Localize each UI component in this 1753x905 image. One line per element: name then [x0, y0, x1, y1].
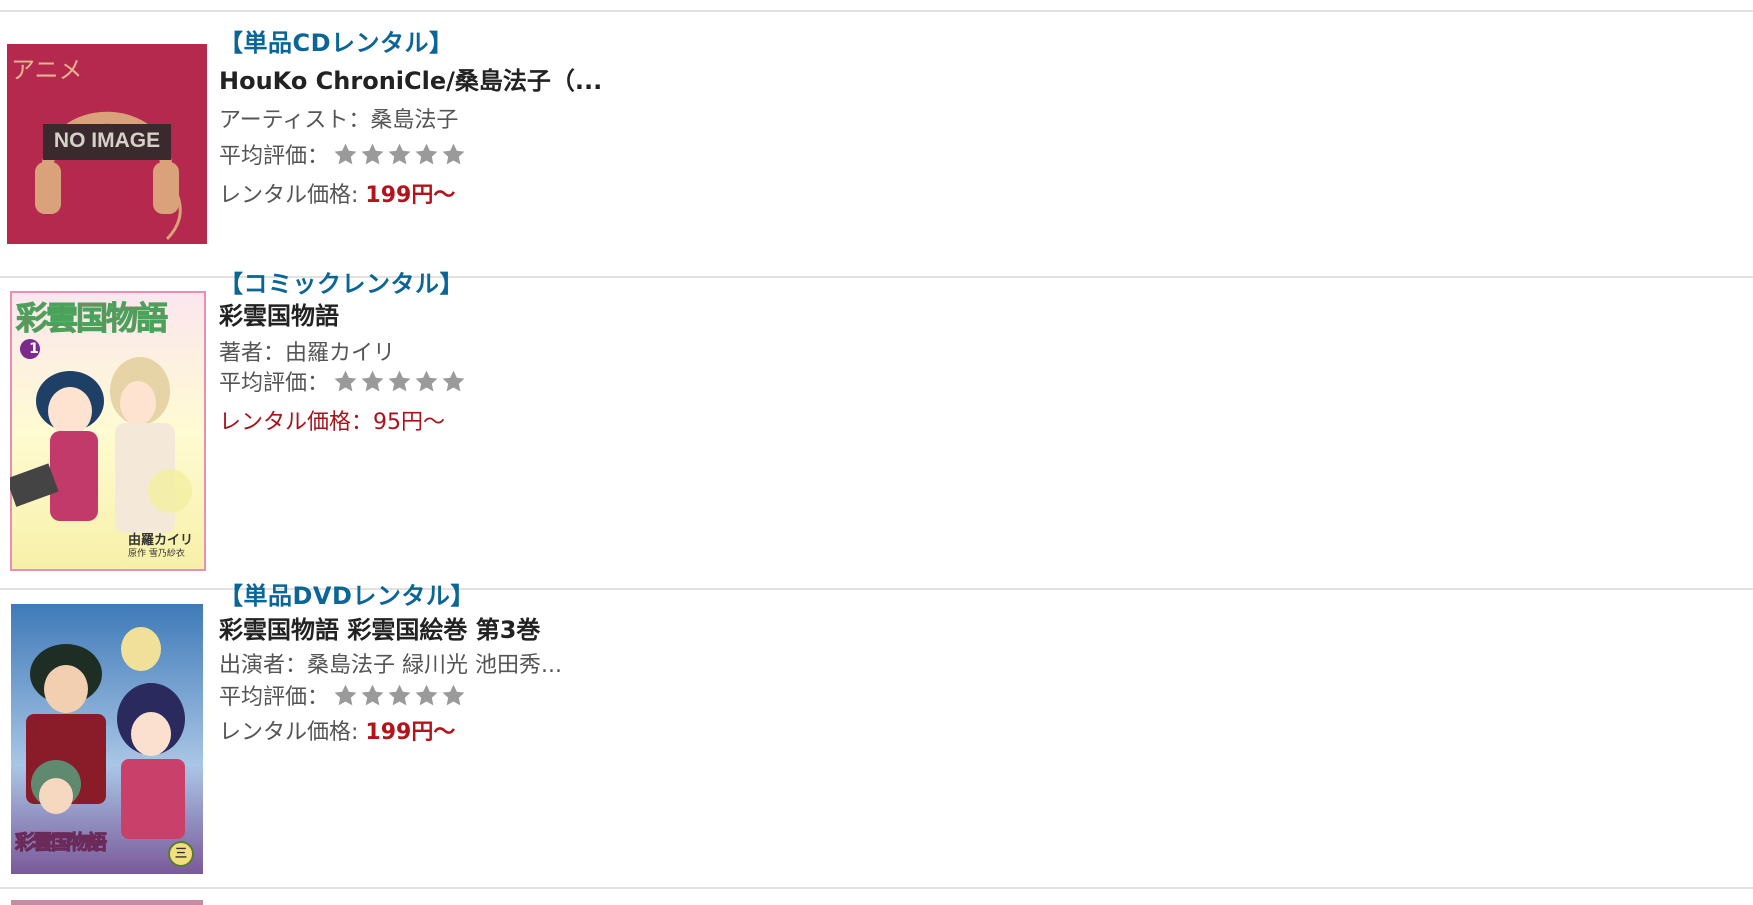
cover-subcredit: 原作 雪乃紗衣	[128, 549, 185, 559]
item-title-link[interactable]: 彩雲国物語 彩雲国絵巻 第3巻	[219, 610, 540, 645]
star-icon	[334, 370, 357, 391]
list-divider	[0, 887, 1753, 889]
star-icon	[388, 684, 411, 705]
item-title-link[interactable]: HouKo ChroniCle/桑島法子（...	[219, 61, 602, 96]
star-icon	[334, 684, 357, 705]
price-value: 95円〜	[373, 410, 446, 435]
list-item-cd[interactable]: アニメ NO IMAGE 【単品CDレンタル】 HouKo ChroniCle/…	[0, 12, 1753, 276]
thumb-no-image-badge: NO IMAGE	[53, 129, 161, 152]
star-icon	[442, 143, 465, 164]
item-rating: 平均評価：	[219, 138, 466, 170]
item-rating: 平均評価：	[219, 365, 466, 397]
item-credit: 著者：由羅カイリ	[219, 341, 396, 366]
star-icon	[361, 684, 384, 705]
star-icon	[415, 684, 438, 705]
rating-label: 平均評価：	[219, 685, 330, 710]
item-price: レンタル価格: 199円〜	[219, 714, 455, 746]
item-thumbnail-partial[interactable]	[11, 900, 203, 905]
item-thumbnail[interactable]: 彩雲国物語 1 由羅カイリ 原作 雪乃紗衣	[10, 291, 206, 571]
cover-disc-mark: 三	[174, 846, 187, 860]
star-icon	[361, 143, 384, 164]
star-icon	[361, 370, 384, 391]
star-icon	[442, 370, 465, 391]
cover-title: 彩雲国物語	[15, 299, 168, 338]
price-value: 199円〜	[365, 183, 456, 208]
rating-label: 平均評価：	[219, 371, 330, 396]
rating-stars	[333, 142, 466, 167]
rating-stars	[333, 369, 466, 394]
cover-volume: 1	[29, 341, 39, 357]
item-price: レンタル価格：95円〜	[219, 404, 445, 436]
item-price: レンタル価格: 199円〜	[219, 177, 455, 209]
star-icon	[415, 143, 438, 164]
star-icon	[442, 684, 465, 705]
rating-label: 平均評価：	[219, 144, 330, 169]
thumb-label: アニメ	[11, 56, 83, 84]
cover-title: 彩雲国物語	[15, 830, 108, 855]
item-credit: アーティスト：桑島法子	[219, 108, 459, 133]
star-icon	[334, 143, 357, 164]
rating-stars	[333, 683, 466, 708]
price-value: 199円〜	[365, 720, 456, 745]
item-title-link[interactable]: 彩雲国物語	[219, 296, 339, 331]
item-rating: 平均評価：	[219, 679, 466, 711]
price-label: レンタル価格:	[219, 720, 366, 745]
list-item-dvd[interactable]: 彩雲国物語 三 【単品DVDレンタル】 彩雲国物語 彩雲国絵巻 第3巻 出演者：…	[0, 582, 1753, 886]
item-category-link[interactable]: 【単品DVDレンタル】	[219, 576, 475, 611]
item-category-link[interactable]: 【単品CDレンタル】	[219, 23, 454, 58]
star-icon	[388, 370, 411, 391]
price-label: レンタル価格：	[219, 410, 374, 435]
price-label: レンタル価格:	[219, 183, 366, 208]
star-icon	[388, 143, 411, 164]
item-thumbnail[interactable]: 彩雲国物語 三	[11, 604, 203, 874]
list-item-comic[interactable]: 彩雲国物語 1 由羅カイリ 原作 雪乃紗衣 【コミックレンタル】 彩雲国物語 著…	[0, 270, 1753, 588]
item-credit: 出演者：桑島法子 緑川光 池田秀...	[219, 653, 562, 678]
star-icon	[415, 370, 438, 391]
item-thumbnail[interactable]: アニメ NO IMAGE	[7, 44, 207, 244]
item-category-link[interactable]: 【コミックレンタル】	[219, 264, 464, 299]
